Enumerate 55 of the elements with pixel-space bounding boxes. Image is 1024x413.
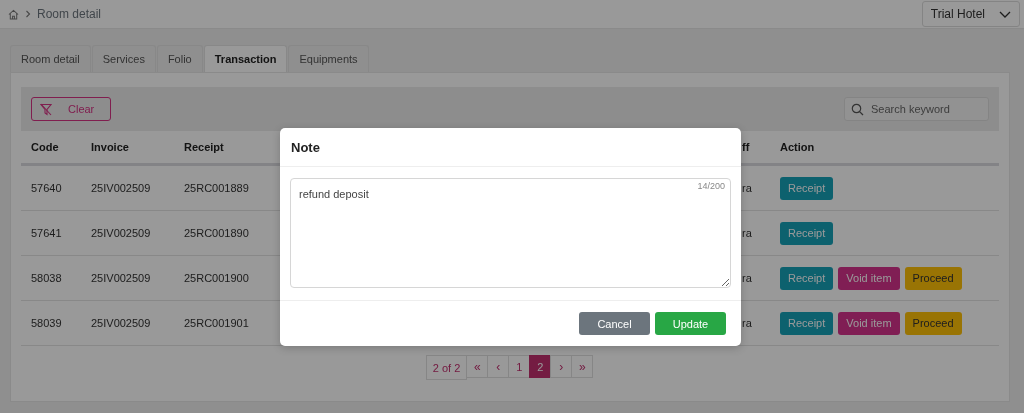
void-button[interactable]: Void item	[838, 311, 900, 335]
proceed-button[interactable]: Proceed	[904, 311, 962, 335]
character-counter: 14/200	[697, 181, 725, 191]
search-icon	[851, 103, 864, 116]
modal-title: Note	[291, 139, 320, 155]
column-header: Invoice	[91, 141, 129, 153]
tab[interactable]: Equipments	[288, 45, 369, 72]
table-cell: ra	[742, 227, 752, 239]
column-header: ff	[742, 141, 750, 153]
filter-off-icon	[40, 102, 52, 116]
table-cell: 25IV002509	[91, 272, 151, 284]
search-field[interactable]: Search keyword	[844, 97, 989, 121]
tab[interactable]: Room detail	[10, 45, 91, 72]
table-cell: 25RC001901	[184, 317, 249, 329]
table-cell: 25RC001889	[184, 182, 249, 194]
column-header: Receipt	[184, 141, 224, 153]
table-cell: 25IV002509	[91, 227, 151, 239]
update-button[interactable]: Update	[655, 312, 726, 335]
table-cell: 25IV002509	[91, 182, 151, 194]
previous-page-button[interactable]: ‹	[487, 355, 510, 378]
column-header: Code	[31, 141, 59, 153]
chevron-right-icon	[25, 10, 31, 18]
chevron-down-icon	[999, 10, 1011, 18]
home-icon[interactable]	[8, 8, 19, 20]
tab[interactable]: Transaction	[203, 45, 288, 72]
tab[interactable]: Folio	[156, 45, 203, 72]
note-field[interactable]: refund deposit 14/200	[290, 178, 731, 288]
receipt-button[interactable]: Receipt	[780, 266, 834, 290]
tab[interactable]: Services	[91, 45, 156, 72]
page-button[interactable]: 2	[529, 355, 552, 378]
table-cell: 25RC001890	[184, 227, 249, 239]
table-cell: ra	[742, 317, 752, 329]
void-button[interactable]: Void item	[838, 266, 900, 290]
last-page-button[interactable]: »	[571, 355, 594, 378]
table-cell: 25IV002509	[91, 317, 151, 329]
page-summary: 2 of 2	[425, 355, 468, 380]
table-cell: 58038	[31, 272, 62, 284]
column-header: Action	[780, 141, 815, 153]
receipt-button[interactable]: Receipt	[780, 176, 834, 200]
table-cell: ra	[742, 272, 752, 284]
table-cell: 58039	[31, 317, 62, 329]
proceed-button[interactable]: Proceed	[904, 266, 962, 290]
receipt-button[interactable]: Receipt	[780, 221, 834, 245]
hotel-select[interactable]: Trial Hotel	[921, 1, 1020, 27]
breadcrumb-current: Room detail	[37, 7, 102, 21]
clear-button[interactable]: Clear	[31, 97, 112, 121]
first-page-button[interactable]: «	[466, 355, 489, 378]
cancel-button[interactable]: Cancel	[579, 312, 650, 335]
table-cell: 25RC001900	[184, 272, 249, 284]
page-button[interactable]: 1	[508, 355, 531, 378]
receipt-button[interactable]: Receipt	[780, 311, 834, 335]
table-cell: ra	[742, 182, 752, 194]
table-cell: 57641	[31, 227, 62, 239]
table-cell: 57640	[31, 182, 62, 194]
next-page-button[interactable]: ›	[550, 355, 573, 378]
